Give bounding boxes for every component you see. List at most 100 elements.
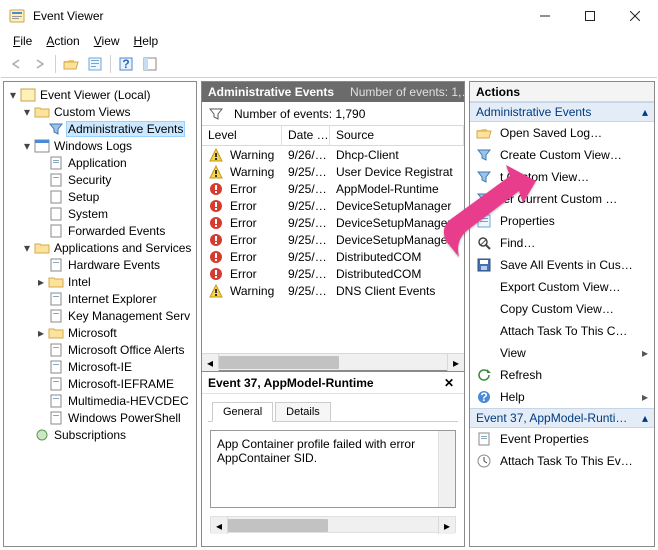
collapse-icon[interactable]: ▾ <box>6 88 20 102</box>
tree-apps-services[interactable]: Applications and Services <box>52 241 193 255</box>
col-source[interactable]: Source <box>330 126 464 145</box>
cell-date: 9/25/… <box>282 284 330 298</box>
tree-as-item[interactable]: Microsoft Office Alerts <box>66 343 186 357</box>
action-item[interactable]: t Custom View… <box>470 166 654 188</box>
tree-as-item[interactable]: Multimedia-HEVCDEC <box>66 394 191 408</box>
expand-icon[interactable]: ▸ <box>34 326 48 340</box>
events-header: Administrative Events Number of events: … <box>202 82 464 102</box>
tree-wl-application[interactable]: Application <box>66 156 129 170</box>
toolbar-back-button[interactable] <box>5 53 27 75</box>
action-item[interactable]: Find… <box>470 232 654 254</box>
actions-section-1[interactable]: Administrative Events ▴ <box>470 102 654 122</box>
detail-tabs: General Details <box>208 400 458 422</box>
minimize-button[interactable] <box>522 1 567 31</box>
tree-subscriptions[interactable]: Subscriptions <box>52 428 128 442</box>
collapse-section-icon[interactable]: ▴ <box>642 411 648 425</box>
tree-root[interactable]: Event Viewer (Local) <box>38 88 153 102</box>
attach-task-icon <box>476 453 492 469</box>
cell-level: Warning <box>230 148 274 162</box>
action-item[interactable]: View▸ <box>470 342 654 364</box>
tree-windows-logs[interactable]: Windows Logs <box>52 139 134 153</box>
action-item[interactable]: Event Properties <box>470 428 654 450</box>
table-row[interactable]: Warning9/26/…Dhcp-Client <box>202 146 464 163</box>
action-item[interactable]: ter Current Custom … <box>470 188 654 210</box>
toolbar-properties-button[interactable] <box>84 53 106 75</box>
action-item[interactable]: Create Custom View… <box>470 144 654 166</box>
action-label: t Custom View… <box>500 170 648 184</box>
action-item[interactable]: Export Custom View… <box>470 276 654 298</box>
collapse-section-icon[interactable]: ▴ <box>642 105 648 119</box>
svg-text:?: ? <box>122 57 129 71</box>
tree-as-item[interactable]: Intel <box>66 275 93 289</box>
tree-as-item[interactable]: Key Management Serv <box>66 309 192 323</box>
tree-as-item[interactable]: Microsoft <box>66 326 119 340</box>
events-list[interactable]: Warning9/26/…Dhcp-ClientWarning9/25/…Use… <box>202 146 464 353</box>
actions-section-2[interactable]: Event 37, AppModel-Runti… ▴ <box>470 408 654 428</box>
tree-wl-setup[interactable]: Setup <box>66 190 101 204</box>
cell-date: 9/25/… <box>282 267 330 281</box>
warning-icon <box>208 147 224 163</box>
action-item[interactable]: Save All Events in Cus… <box>470 254 654 276</box>
v-scrollbar[interactable] <box>438 431 455 507</box>
action-item[interactable]: Refresh <box>470 364 654 386</box>
action-item[interactable]: ?Help▸ <box>470 386 654 408</box>
cell-date: 9/25/… <box>282 199 330 213</box>
table-row[interactable]: Warning9/25/…User Device Registrat <box>202 163 464 180</box>
tree-admin-events[interactable]: Administrative Events <box>66 121 185 137</box>
table-row[interactable]: Error9/25/…DeviceSetupManager <box>202 231 464 248</box>
tree-as-item[interactable]: Microsoft-IE <box>66 360 134 374</box>
toolbar-help-button[interactable]: ? <box>115 53 137 75</box>
scroll-right-icon[interactable]: ▸ <box>438 517 455 534</box>
scroll-thumb[interactable] <box>219 356 339 369</box>
cell-level: Error <box>230 182 257 196</box>
cell-level: Error <box>230 250 257 264</box>
tree-custom-views[interactable]: Custom Views <box>52 105 132 119</box>
toolbar-open-button[interactable] <box>60 53 82 75</box>
collapse-icon[interactable]: ▾ <box>20 241 34 255</box>
close-button[interactable] <box>612 1 657 31</box>
menu-file[interactable]: File <box>7 32 38 50</box>
panel-close-button[interactable]: ✕ <box>440 374 458 392</box>
table-row[interactable]: Error9/25/…DeviceSetupManager <box>202 197 464 214</box>
tree-wl-security[interactable]: Security <box>66 173 113 187</box>
tree-as-item[interactable]: Internet Explorer <box>66 292 159 306</box>
tree-as-item[interactable]: Hardware Events <box>66 258 162 272</box>
col-level[interactable]: Level <box>202 126 282 145</box>
table-row[interactable]: Error9/25/…DeviceSetupManager <box>202 214 464 231</box>
table-row[interactable]: Warning9/25/…DNS Client Events <box>202 282 464 299</box>
toolbar-pane-button[interactable] <box>139 53 161 75</box>
toolbar-forward-button[interactable] <box>29 53 51 75</box>
action-item[interactable]: Attach Task To This C… <box>470 320 654 342</box>
tree-as-item[interactable]: Microsoft-IEFRAME <box>66 377 176 391</box>
scroll-left-icon[interactable]: ◂ <box>211 517 228 534</box>
tree[interactable]: ▾ Event Viewer (Local) ▾ Custom Views Admi… <box>4 82 196 546</box>
table-row[interactable]: Error9/25/…DistributedCOM <box>202 265 464 282</box>
detail-h-scrollbar[interactable]: ◂ ▸ <box>210 516 456 533</box>
tab-details[interactable]: Details <box>275 402 331 421</box>
tab-general[interactable]: General <box>212 402 273 422</box>
collapse-icon[interactable]: ▾ <box>20 105 34 119</box>
collapse-icon[interactable]: ▾ <box>20 139 34 153</box>
table-row[interactable]: Error9/25/…DistributedCOM <box>202 248 464 265</box>
blank-icon <box>476 301 492 317</box>
action-item[interactable]: Copy Custom View… <box>470 298 654 320</box>
windows-logs-icon <box>34 138 50 154</box>
scroll-thumb[interactable] <box>228 519 328 532</box>
cell-date: 9/26/… <box>282 148 330 162</box>
col-date[interactable]: Date … <box>282 126 330 145</box>
menu-action[interactable]: Action <box>40 32 85 50</box>
scroll-right-icon[interactable]: ▸ <box>447 354 464 371</box>
expand-icon[interactable]: ▸ <box>34 275 48 289</box>
table-row[interactable]: Error9/25/…AppModel-Runtime <box>202 180 464 197</box>
action-item[interactable]: Attach Task To This Ev… <box>470 450 654 472</box>
tree-wl-forwarded[interactable]: Forwarded Events <box>66 224 167 238</box>
tree-as-item[interactable]: Windows PowerShell <box>66 411 183 425</box>
action-item[interactable]: Properties <box>470 210 654 232</box>
action-item[interactable]: Open Saved Log… <box>470 122 654 144</box>
h-scrollbar[interactable]: ◂ ▸ <box>202 353 464 370</box>
tree-wl-system[interactable]: System <box>66 207 110 221</box>
menu-help[interactable]: Help <box>128 32 165 50</box>
menu-view[interactable]: View <box>88 32 126 50</box>
maximize-button[interactable] <box>567 1 612 31</box>
scroll-left-icon[interactable]: ◂ <box>202 354 219 371</box>
